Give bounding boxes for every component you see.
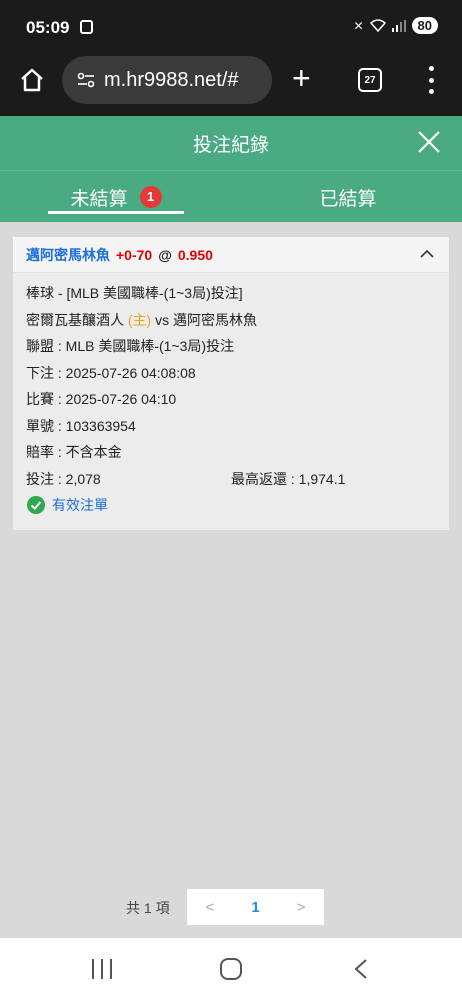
vs-text: vs — [155, 311, 170, 328]
bet-card-body: 棒球 - [MLB 美國職棒-(1~3局)投注] 密爾瓦基釀酒人 (主) vs … — [13, 273, 449, 519]
active-tab-indicator — [48, 211, 184, 214]
league-line: 聯盟 : MLB 美國職棒-(1~3局)投注 — [26, 338, 235, 354]
max-return: 最高返還 : 1,974.1 — [231, 470, 346, 487]
bet-odds: 0.950 — [177, 246, 213, 263]
recent-apps-icon[interactable] — [92, 959, 112, 979]
tab-unsettled[interactable]: 未結算 1 — [48, 171, 184, 223]
wifi-icon — [369, 19, 386, 32]
unsettled-count-badge: 1 — [139, 186, 162, 208]
at-sign: @ — [158, 246, 172, 263]
prev-page-button[interactable]: < — [206, 899, 215, 916]
chevron-up-icon[interactable] — [419, 247, 435, 261]
check-circle-icon — [27, 496, 45, 515]
signal-icon — [391, 19, 406, 32]
bet-record-card: 邁阿密馬林魚 +0-70 @ 0.950 棒球 - [MLB 美國職棒-(1~3… — [13, 237, 449, 530]
close-icon[interactable] — [416, 129, 442, 155]
match-line: 密爾瓦基釀酒人 (主) vs 邁阿密馬林魚 — [26, 307, 436, 334]
system-nav-bar — [0, 938, 462, 1000]
tab-switcher-icon[interactable]: 27 — [358, 68, 382, 92]
bet-handicap: +0-70 — [116, 246, 153, 263]
page-title: 投注紀錄 — [192, 135, 269, 156]
home-icon[interactable] — [18, 66, 46, 94]
tab-bar: 未結算 1 已結算 — [0, 170, 462, 222]
home-team: 密爾瓦基釀酒人 — [26, 311, 124, 328]
status-bar: 05:09 ✕ 80 — [0, 0, 462, 56]
site-settings-icon[interactable] — [76, 70, 96, 90]
url-text: m.hr9988.net/# — [104, 68, 239, 91]
pager-controls: < 1 > — [187, 889, 324, 925]
notification-icon — [80, 20, 93, 34]
app-header: 投注紀錄 — [0, 116, 462, 170]
page-1-button[interactable]: 1 — [251, 899, 259, 916]
match-time-line: 比賽 : 2025-07-26 04:10 — [26, 391, 177, 407]
tab-settled[interactable]: 已結算 — [300, 171, 396, 223]
back-icon[interactable] — [352, 958, 370, 980]
status-icons: ✕ 80 — [353, 17, 438, 34]
total-count: 共 1 項 — [126, 900, 170, 916]
mute-icon: ✕ — [353, 18, 364, 33]
home-tag: (主) — [127, 311, 152, 328]
pagination: 共 1 項 < 1 > — [0, 889, 462, 925]
home-button-icon[interactable] — [220, 958, 242, 980]
sport-line: 棒球 - [MLB 美國職棒-(1~3局)投注] — [26, 285, 243, 301]
tab-unsettled-label: 未結算 — [70, 188, 128, 210]
odds-type-line: 賠率 : 不含本金 — [26, 444, 122, 460]
bet-card-header[interactable]: 邁阿密馬林魚 +0-70 @ 0.950 — [13, 237, 449, 273]
stake-amount: 投注 : 2,078 — [26, 470, 101, 487]
ticket-number-line: 單號 : 103363954 — [26, 417, 136, 434]
away-team: 邁阿密馬林魚 — [173, 311, 257, 328]
tab-settled-label: 已結算 — [319, 188, 377, 210]
battery-indicator: 80 — [411, 17, 438, 34]
stake-line: 投注 : 2,078 最高返還 : 1,974.1 — [26, 466, 436, 493]
bet-pick: 邁阿密馬林魚 — [26, 246, 110, 263]
browser-toolbar: m.hr9988.net/# + 27 — [0, 56, 462, 116]
next-page-button[interactable]: > — [297, 899, 306, 916]
bet-status: 有效注單 — [52, 497, 108, 513]
address-bar[interactable]: m.hr9988.net/# — [62, 56, 272, 104]
bet-status-line: 有效注單 — [26, 492, 436, 519]
more-menu-icon[interactable] — [422, 66, 440, 94]
new-tab-icon[interactable]: + — [292, 62, 311, 94]
bet-time-line: 下注 : 2025-07-26 04:08:08 — [26, 364, 196, 381]
status-time: 05:09 — [26, 18, 70, 37]
